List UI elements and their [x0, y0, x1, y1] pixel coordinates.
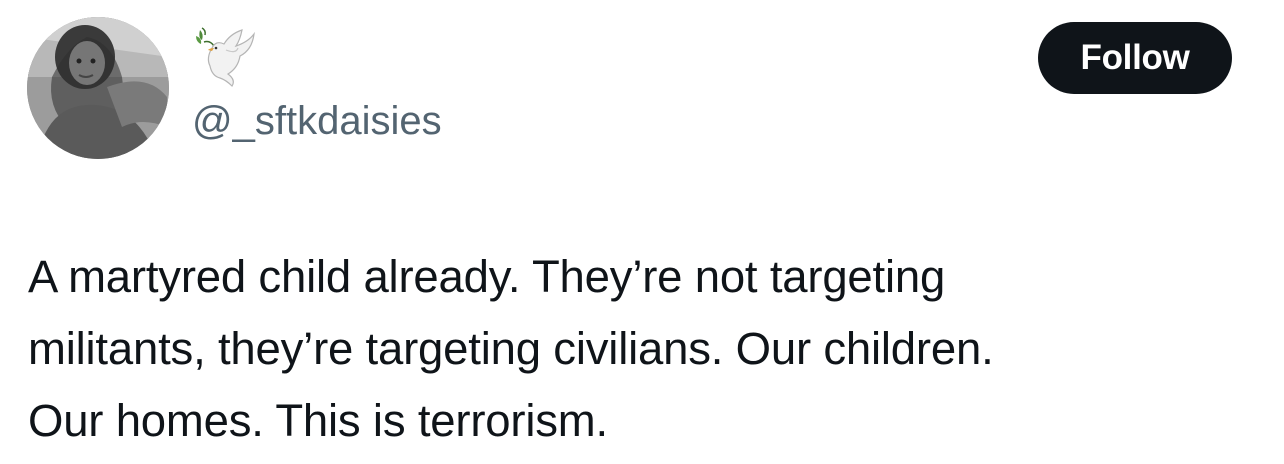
tweet-text-line: militants, they’re targeting civilians. … [28, 323, 994, 374]
tweet-card: @_sftkdaisies Follow A martyred child al… [0, 0, 1284, 464]
tweet-text: A martyred child already. They’re not ta… [28, 241, 1258, 457]
avatar[interactable] [27, 17, 169, 159]
author-handle[interactable]: @_sftkdaisies [192, 97, 442, 145]
tweet-text-line: Our homes. This is terrorism. [28, 395, 608, 446]
follow-button[interactable]: Follow [1038, 22, 1232, 94]
display-name[interactable] [192, 26, 256, 88]
tweet-text-line: A martyred child already. They’re not ta… [28, 251, 946, 302]
profile-photo-icon [27, 17, 169, 159]
dove-icon [196, 27, 255, 87]
